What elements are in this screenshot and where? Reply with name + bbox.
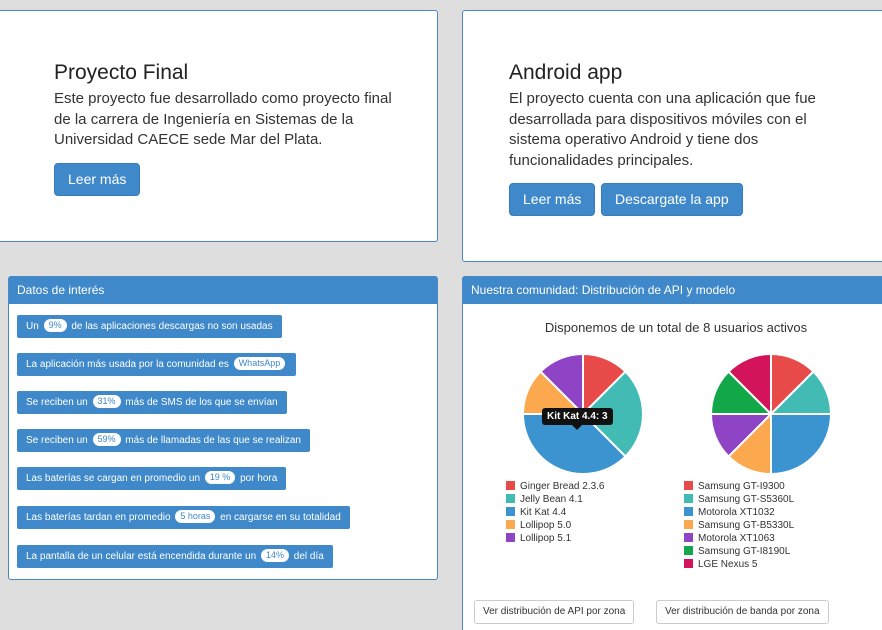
fact-text-after: más de SMS de los que se envían [125,397,278,408]
fact-item[interactable]: Se reciben un 31% más de SMS de los que … [17,391,287,414]
fact-item[interactable]: Un 9% de las aplicaciones descargas no s… [17,315,282,338]
read-more-button[interactable]: Leer más [509,183,596,216]
fact-text-after: del día [293,551,324,562]
fact-badge: 59% [92,433,121,446]
model-legend: Samsung GT-I9300 Samsung GT-S5360L Motorol… [684,480,794,571]
legend-label: Samsung GT-S5360L [698,494,795,505]
chart-tooltip: Kit Kat 4.4: 3 [542,408,613,430]
fact-text-after: más de llamadas de las que se realizan [125,435,301,446]
legend-item: Lollipop 5.1 [506,532,605,545]
band-by-zone-button[interactable]: Ver distribución de banda por zona [656,600,829,624]
legend-swatch [506,494,515,503]
legend-label: Kit Kat 4.4 [520,507,567,518]
legend-item: Kit Kat 4.4 [506,506,605,519]
legend-label: Jelly Bean 4.1 [520,494,583,505]
pie-slice[interactable] [770,413,833,476]
legend-swatch [506,481,515,490]
legend-item: Ginger Bread 2.3.6 [506,480,605,493]
fact-text-before: Se reciben un [26,397,88,408]
api-legend: Ginger Bread 2.3.6 Jelly Bean 4.1 Kit Kat … [506,480,605,545]
fact-text-before: Las baterías tardan en promedio [26,512,171,523]
legend-label: Samsung GT-I8190L [698,546,791,557]
hero-title: Proyecto Final [54,61,189,84]
legend-item: Samsung GT-S5360L [684,493,794,506]
fact-badge: 5 horas [175,510,216,523]
legend-label: Ginger Bread 2.3.6 [520,481,605,492]
fact-item[interactable]: Se reciben un 59% más de llamadas de las… [17,429,310,452]
legend-item: Samsung GT-B5330L [684,519,794,532]
legend-item: Jelly Bean 4.1 [506,493,605,506]
legend-item: LGE Nexus 5 [684,558,794,571]
panel-heading: Nuestra comunidad: Distribución de API y… [463,277,882,304]
legend-swatch [684,481,693,490]
fact-text-before: Un [26,321,39,332]
fact-badge: WhatsApp [233,357,286,370]
legend-item: Motorola XT1063 [684,532,794,545]
legend-swatch [684,559,693,568]
legend-swatch [684,507,693,516]
fact-item[interactable]: La pantalla de un celular está encendida… [17,545,333,568]
fact-badge: 9% [43,319,67,332]
hero-card-project: Proyecto Final Este proyecto fue desarro… [0,10,438,242]
legend-swatch [684,494,693,503]
legend-label: LGE Nexus 5 [698,559,758,570]
facts-panel: Datos de interés Un 9% de las aplicacion… [8,276,438,580]
legend-swatch [506,520,515,529]
fact-text-before: La aplicación más usada por la comunidad… [26,359,229,370]
fact-text-after: por hora [240,473,278,484]
legend-label: Motorola XT1032 [698,507,775,518]
legend-label: Lollipop 5.0 [520,520,572,531]
legend-label: Motorola XT1063 [698,533,775,544]
legend-label: Samsung GT-B5330L [698,520,795,531]
hero-title: Android app [509,61,623,84]
panel-heading: Datos de interés [9,277,437,304]
hero-text: Este proyecto fue desarrollado como proy… [54,90,392,148]
api-by-zone-button[interactable]: Ver distribución de API por zona [474,600,635,624]
legend-item: Samsung GT-I9300 [684,480,794,493]
legend-swatch [506,533,515,542]
active-users-summary: Disponemos de un total de 8 usuarios act… [544,320,808,335]
legend-item: Motorola XT1032 [684,506,794,519]
fact-badge: 19 % [204,471,236,484]
fact-text-after: en cargarse en su totalidad [220,512,341,523]
download-app-button[interactable]: Descargate la app [601,183,743,216]
legend-swatch [684,546,693,555]
legend-swatch [684,520,693,529]
legend-item: Samsung GT-I8190L [684,545,794,558]
legend-item: Lollipop 5.0 [506,519,605,532]
legend-label: Samsung GT-I9300 [698,481,785,492]
legend-swatch [684,533,693,542]
hero-text: El proyecto cuenta con una aplicación qu… [509,90,816,169]
fact-text-before: Las baterías se cargan en promedio un [26,473,200,484]
read-more-button[interactable]: Leer más [54,163,141,196]
model-pie-chart[interactable] [706,349,836,479]
fact-item[interactable]: Las baterías se cargan en promedio un 19… [17,467,287,490]
legend-label: Lollipop 5.1 [520,533,572,544]
fact-text-after: de las aplicaciones descargas no son usa… [71,321,273,332]
hero-card-android: Android app El proyecto cuenta con una a… [462,10,882,262]
fact-item[interactable]: Las baterías tardan en promedio 5 horas … [17,506,350,529]
fact-badge: 14% [260,549,289,562]
fact-text-before: Se reciben un [26,435,88,446]
fact-text-before: La pantalla de un celular está encendida… [26,551,257,562]
fact-item[interactable]: La aplicación más usada por la comunidad… [17,353,297,376]
legend-swatch [506,507,515,516]
fact-badge: 31% [92,395,121,408]
community-panel: Nuestra comunidad: Distribución de API y… [462,276,882,630]
